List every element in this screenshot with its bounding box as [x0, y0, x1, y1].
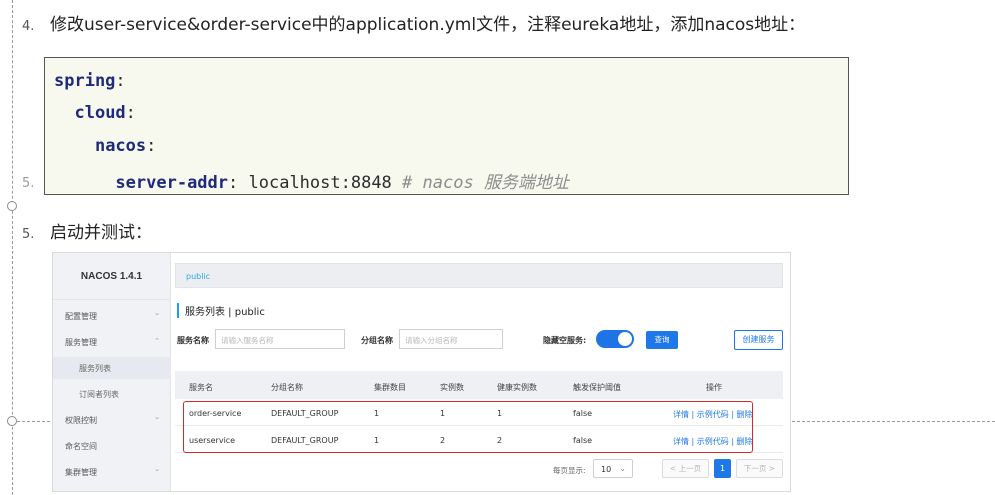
code-line: spring:	[54, 71, 126, 91]
sidebar-item-namespace[interactable]: 命名空间	[65, 441, 97, 452]
step-text: 修改user-service&order-service中的applicatio…	[50, 15, 806, 35]
current-page-button[interactable]: 1	[714, 459, 731, 478]
block-handle-icon[interactable]	[7, 201, 17, 211]
highlight-box	[183, 401, 753, 453]
nacos-console-screenshot: NACOS 1.4.1 配置管理 ⌄ 服务管理 ⌃ 服务列表 订阅者列表 权限控…	[52, 252, 791, 492]
page-size-select[interactable]: 10 ⌄	[593, 459, 633, 478]
chevron-down-icon: ⌄	[154, 309, 160, 317]
column-header: 集群数目	[374, 383, 406, 392]
toggle-knob	[618, 332, 632, 346]
list-number-ghost: 5.	[22, 176, 35, 191]
step-text: 启动并测试：	[50, 223, 152, 243]
step-5: 5. 启动并测试：	[22, 218, 152, 243]
service-name-input[interactable]: 请输入服务名称	[215, 329, 345, 349]
namespace-link[interactable]: public	[186, 272, 210, 281]
page-title: 服务列表 | public	[177, 303, 265, 318]
step-4: 4. 修改user-service&order-service中的applicat…	[22, 10, 805, 35]
chevron-down-icon: ⌄	[619, 464, 626, 473]
prev-page-button[interactable]: < 上一页	[662, 459, 709, 478]
group-name-input[interactable]: 请输入分组名称	[399, 329, 503, 349]
code-line: nacos:	[94, 136, 157, 156]
chevron-down-icon: ⌄	[154, 465, 160, 473]
sidebar-item-subscribers[interactable]: 订阅者列表	[79, 389, 119, 400]
hide-empty-label: 隐藏空服务:	[543, 336, 587, 345]
next-page-button[interactable]: 下一页 >	[736, 459, 783, 478]
column-header: 分组名称	[271, 383, 303, 392]
page-size-label: 每页显示:	[553, 466, 586, 475]
column-header: 健康实例数	[497, 383, 537, 392]
sidebar-item-config[interactable]: 配置管理	[65, 311, 97, 322]
sidebar-item-service-mgmt[interactable]: 服务管理	[65, 337, 97, 348]
service-name-label: 服务名称	[177, 336, 209, 345]
chevron-up-icon: ⌃	[154, 337, 160, 345]
chevron-down-icon: ⌄	[154, 413, 160, 421]
step-number: 5.	[22, 227, 35, 242]
column-header: 服务名	[189, 383, 213, 392]
sidebar-item-service-list[interactable]: 服务列表	[79, 363, 111, 374]
hide-empty-toggle[interactable]	[596, 330, 634, 348]
column-header: 触发保护阈值	[573, 383, 621, 392]
code-block[interactable]: spring: cloud: nacos: server-addr: local…	[44, 57, 849, 195]
table-header: 服务名 分组名称 集群数目 实例数 健康实例数 触发保护阈值 操作	[175, 371, 783, 399]
nacos-sidebar: NACOS 1.4.1 配置管理 ⌄ 服务管理 ⌃ 服务列表 订阅者列表 权限控…	[53, 253, 171, 491]
query-button[interactable]: 查询	[646, 331, 678, 349]
block-handle-icon[interactable]	[7, 416, 17, 426]
namespace-bar: public	[175, 263, 783, 288]
nacos-brand: NACOS 1.4.1	[53, 253, 170, 300]
step-number: 4.	[22, 19, 35, 34]
group-name-label: 分组名称	[361, 336, 393, 345]
sidebar-item-cluster[interactable]: 集群管理	[65, 467, 97, 478]
nacos-main: public 服务列表 | public 服务名称 请输入服务名称 分组名称 请…	[171, 253, 790, 491]
column-header: 操作	[706, 383, 722, 392]
column-header: 实例数	[440, 383, 464, 392]
code-line: cloud:	[74, 103, 136, 123]
code-line: server-addr: localhost:8848 # nacos 服务端地…	[115, 173, 569, 193]
sidebar-active-bg	[53, 357, 171, 379]
create-service-button[interactable]: 创建服务	[734, 330, 783, 350]
sidebar-item-access-control[interactable]: 权限控制	[65, 415, 97, 426]
